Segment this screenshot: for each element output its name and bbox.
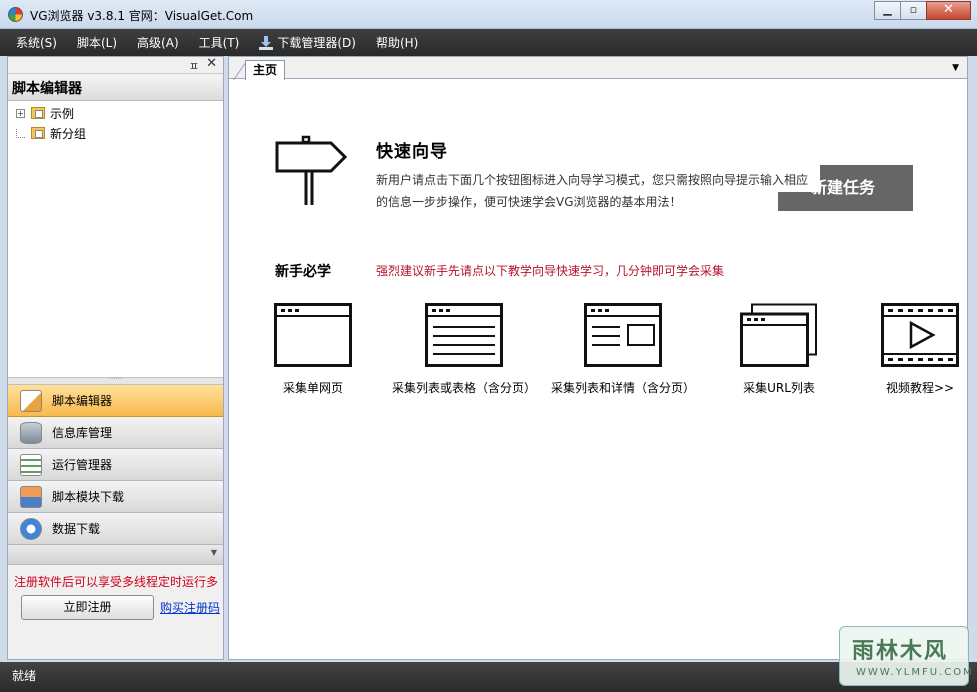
left-panel: ㅍ ✕ 脚本编辑器 + 示例 新分组 ······ 脚本编辑器 信息库管理 运行… — [7, 56, 224, 660]
tree-node-label: 新分组 — [50, 126, 87, 141]
pane-close-icon[interactable]: ✕ — [206, 56, 217, 71]
status-text: 就绪 — [12, 669, 37, 683]
register-note: 注册软件后可以享受多线程定时运行多 — [14, 575, 219, 589]
expand-icon[interactable]: + — [16, 108, 25, 118]
menu-tools[interactable]: 工具(T) — [199, 34, 240, 51]
card-video-tutorial[interactable]: 视频教程>> — [881, 303, 959, 395]
close-button[interactable]: ✕ — [926, 1, 971, 20]
minimize-icon: ▁ — [883, 3, 892, 16]
list-table-icon — [425, 303, 503, 367]
nav-database-manager[interactable]: 信息库管理 — [8, 417, 223, 449]
module-download-icon — [20, 485, 42, 508]
script-tree[interactable]: + 示例 新分组 — [8, 101, 223, 377]
card-list-table[interactable]: 采集列表或表格（含分页） — [392, 303, 536, 395]
tab-home[interactable]: 主页 — [245, 60, 286, 80]
watermark-logo: 雨林木风 WWW.YLMFU.COM — [839, 626, 972, 686]
wizard-desc-line2: 的信息一步步操作，便可快速学会VG浏览器的基本用法！ — [376, 195, 682, 209]
run-manager-icon — [20, 453, 42, 476]
create-task-label: 新建任务 — [811, 178, 876, 197]
menu-bar: 系统(S) 脚本(L) 高级(A) 工具(T) 下载管理器(D) 帮助(H) — [0, 29, 977, 56]
nav-label: 信息库管理 — [52, 426, 113, 440]
register-button[interactable]: 立即注册 — [21, 595, 154, 620]
buy-code-link[interactable]: 购买注册码 — [160, 599, 220, 616]
nav-more-bar[interactable]: ▼ — [8, 545, 223, 565]
menu-help[interactable]: 帮助(H) — [376, 34, 418, 51]
card-label: 采集列表和详情（含分页） — [550, 381, 696, 395]
tree-line-icon — [16, 128, 25, 138]
menu-system-label: 系统(S) — [16, 36, 57, 50]
tree-node-example[interactable]: + 示例 — [8, 103, 223, 123]
menu-script[interactable]: 脚本(L) — [77, 34, 117, 51]
tab-dropdown-icon[interactable]: ▼ — [952, 63, 959, 73]
menu-help-label: 帮助(H) — [375, 36, 419, 50]
card-single-page[interactable]: 采集单网页 — [274, 303, 352, 395]
card-url-list[interactable]: 采集URL列表 — [740, 303, 818, 395]
watermark-title: 雨林木风 — [852, 639, 949, 664]
script-editor-header: 脚本编辑器 — [8, 74, 223, 101]
wizard-desc-line1: 新用户请点击下面几个按钮图标进入向导学习模式，您只需按照向导提示输入相应 — [376, 173, 809, 187]
title-bar: VG浏览器 v3.8.1 官网：VisualGet.Com ▁ ▫ ✕ — [0, 0, 977, 29]
script-editor-icon — [20, 389, 42, 412]
learn-note: 强烈建议新手先请点以下教学向导快速学习，几分钟即可学会采集 — [376, 264, 725, 278]
single-page-icon — [274, 303, 352, 367]
nav-run-manager[interactable]: 运行管理器 — [8, 449, 223, 481]
card-label: 采集列表或表格（含分页） — [391, 381, 537, 395]
nav-label: 运行管理器 — [52, 458, 113, 472]
database-icon — [20, 421, 42, 444]
register-row: 立即注册 购买注册码 — [8, 591, 223, 620]
data-download-icon — [20, 517, 42, 540]
window-title: VG浏览器 v3.8.1 官网：VisualGet.Com — [30, 9, 254, 23]
signpost-icon — [275, 135, 348, 205]
pane-header: ㅍ ✕ — [8, 56, 223, 74]
script-folder-icon — [31, 127, 45, 139]
menu-download-manager[interactable]: 下载管理器(D) — [259, 34, 356, 51]
menu-advanced-label: 高级(A) — [137, 36, 179, 50]
wizard-title: 快速向导 — [376, 142, 448, 162]
nav-label: 脚本编辑器 — [52, 394, 113, 408]
tree-node-label: 示例 — [50, 106, 75, 121]
card-label: 视频教程>> — [885, 381, 955, 395]
url-list-icon — [740, 303, 817, 367]
script-folder-icon — [31, 107, 45, 119]
download-icon — [259, 35, 274, 50]
card-list-detail[interactable]: 采集列表和详情（含分页） — [551, 303, 695, 395]
tab-strip: 主页 ▼ — [229, 57, 967, 80]
close-icon: ✕ — [943, 2, 954, 17]
wizard-description: 新用户请点击下面几个按钮图标进入向导学习模式，您只需按照向导提示输入相应 的信息… — [376, 169, 816, 213]
watermark-url: WWW.YLMFU.COM — [856, 667, 974, 678]
nav-label: 脚本模块下载 — [52, 490, 125, 504]
tree-node-new-group[interactable]: 新分组 — [8, 123, 223, 143]
minimize-button[interactable]: ▁ — [874, 1, 901, 20]
menu-advanced[interactable]: 高级(A) — [137, 34, 179, 51]
menu-tools-label: 工具(T) — [198, 36, 240, 50]
chevron-down-icon: ▼ — [210, 548, 217, 557]
nav-data-download[interactable]: 数据下载 — [8, 513, 223, 545]
main-panel: 主页 ▼ 快速向导 新建任务 新用户请点击下面几个按钮图标进入向导学习模式，您只… — [228, 56, 968, 660]
card-label: 采集单网页 — [282, 381, 344, 395]
menu-download-manager-label: 下载管理器(D) — [277, 36, 356, 50]
nav-label: 数据下载 — [52, 522, 101, 536]
status-bar: 就绪 — [0, 662, 977, 692]
menu-script-label: 脚本(L) — [76, 36, 118, 50]
list-detail-icon — [584, 303, 662, 367]
panel-splitter[interactable]: ······ — [8, 377, 223, 385]
nav-module-download[interactable]: 脚本模块下载 — [8, 481, 223, 513]
video-tutorial-icon — [881, 303, 959, 367]
maximize-icon: ▫ — [909, 3, 918, 16]
nav-script-editor[interactable]: 脚本编辑器 — [8, 385, 223, 417]
card-label: 采集URL列表 — [743, 381, 815, 395]
window-controls: ▁ ▫ ✕ — [874, 1, 971, 20]
maximize-button[interactable]: ▫ — [900, 1, 927, 20]
app-logo-icon — [8, 7, 23, 22]
pin-icon[interactable]: ㅍ — [189, 58, 199, 74]
learn-title: 新手必学 — [275, 264, 331, 280]
menu-system[interactable]: 系统(S) — [16, 34, 57, 51]
